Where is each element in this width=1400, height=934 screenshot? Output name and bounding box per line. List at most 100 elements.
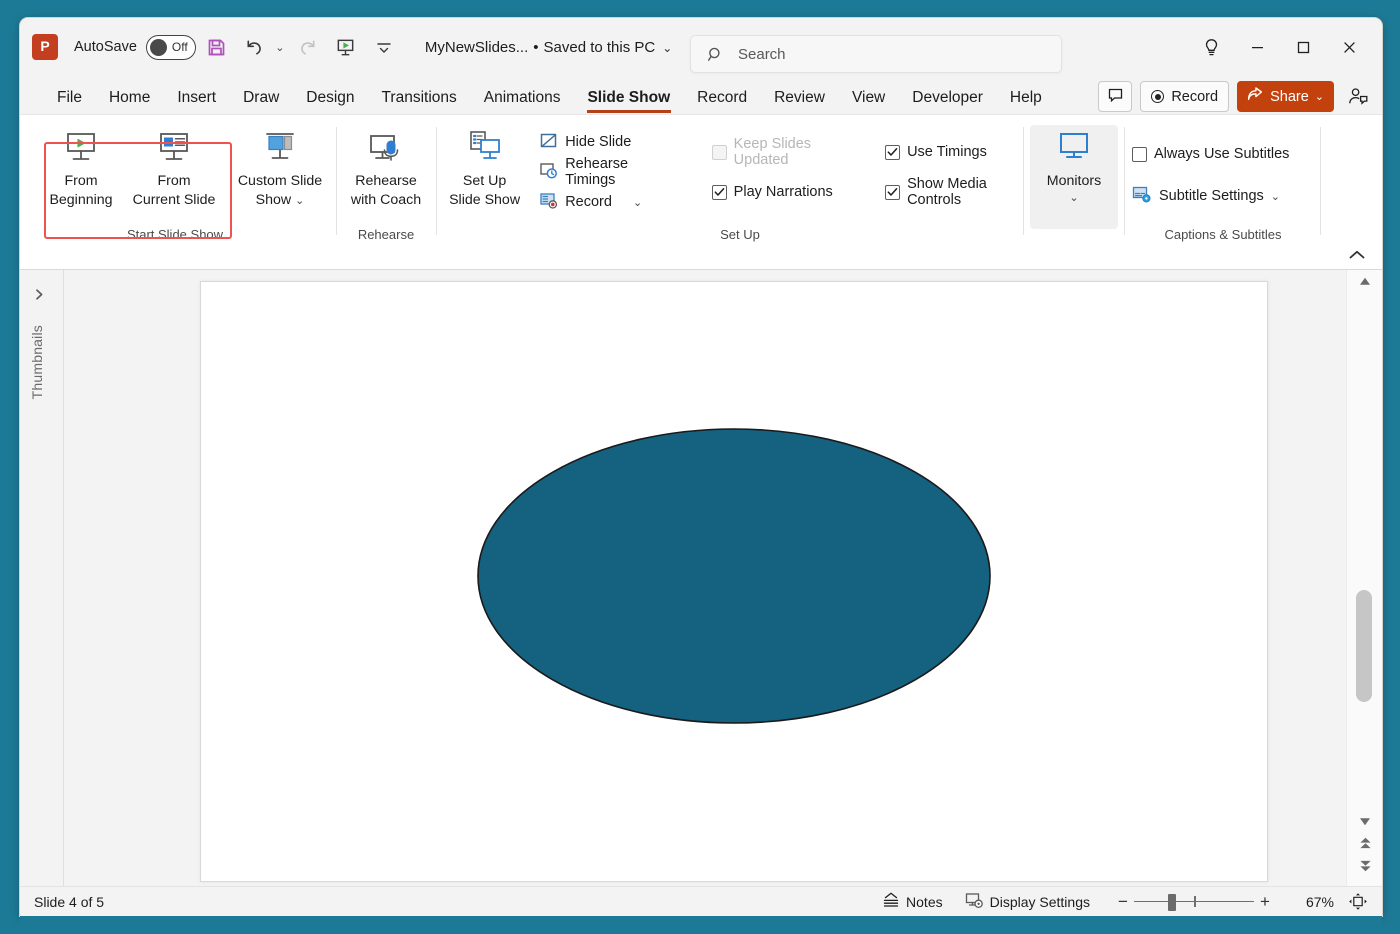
from-current-slide-button[interactable]: From Current Slide — [124, 115, 224, 210]
monitor-icon — [1052, 125, 1096, 171]
slide-canvas[interactable] — [200, 281, 1268, 882]
collapse-ribbon-chevron-icon[interactable] — [1348, 249, 1366, 261]
use-timings-label: Use Timings — [907, 144, 987, 160]
slide-indicator[interactable]: Slide 4 of 5 — [34, 894, 104, 910]
tab-animations[interactable]: Animations — [473, 89, 572, 114]
fit-slide-to-window-icon[interactable] — [1348, 892, 1368, 911]
group-label-rehearse: Rehearse — [340, 227, 432, 242]
status-bar: Slide 4 of 5 Notes — [20, 886, 1382, 916]
comments-button[interactable] — [1098, 81, 1132, 112]
previous-slide-icon[interactable] — [1347, 832, 1382, 854]
subtitle-settings-caret-icon[interactable]: ⌄ — [1271, 190, 1280, 203]
zoom-percent-label[interactable]: 67% — [1288, 894, 1334, 910]
autosave-toggle[interactable]: Off — [146, 35, 196, 60]
zoom-out-button[interactable]: − — [1112, 892, 1134, 912]
keep-slides-updated-checkbox — [712, 145, 727, 160]
always-use-subtitles-checkbox[interactable] — [1132, 147, 1147, 162]
document-title-caret-icon[interactable]: ⌄ — [662, 41, 672, 55]
tab-review[interactable]: Review — [763, 89, 836, 114]
ribbon-group-start-slide-show: From Beginning From — [30, 115, 340, 245]
editing-area: Thumbnails — [20, 270, 1382, 886]
zoom-slider-handle[interactable] — [1168, 894, 1176, 911]
undo-icon[interactable] — [238, 30, 272, 64]
always-use-subtitles-checkbox-row[interactable]: Always Use Subtitles — [1132, 139, 1308, 169]
tell-me-lightbulb-icon[interactable] — [1188, 27, 1234, 67]
share-button[interactable]: Share ⌄ — [1237, 81, 1334, 112]
minimize-icon[interactable] — [1234, 27, 1280, 67]
tab-help[interactable]: Help — [999, 89, 1053, 114]
hide-slide-button[interactable]: Hide Slide — [539, 127, 677, 157]
tab-record[interactable]: Record — [686, 89, 758, 114]
set-up-slide-show-label-line1: Set Up — [463, 173, 506, 190]
search-box[interactable]: Search — [690, 35, 1062, 73]
share-people-icon[interactable] — [1342, 87, 1374, 106]
vertical-scrollbar[interactable] — [1346, 270, 1382, 886]
custom-slide-show-button[interactable]: Custom Slide Show ⌄ — [224, 115, 336, 210]
monitors-label: Monitors — [1047, 173, 1101, 190]
always-use-subtitles-label: Always Use Subtitles — [1154, 146, 1289, 162]
set-up-slide-show-label-line2: Slide Show — [449, 192, 520, 209]
document-title-area[interactable]: MyNewSlides... • Saved to this PC ⌄ — [425, 39, 672, 56]
thumbnails-pane[interactable]: Thumbnails — [20, 270, 64, 886]
tab-file[interactable]: File — [46, 89, 93, 114]
save-state-label: Saved to this PC — [544, 39, 656, 56]
scroll-down-icon[interactable] — [1347, 810, 1382, 832]
zoom-in-button[interactable]: + — [1254, 892, 1276, 912]
from-current-slide-icon — [153, 125, 195, 171]
from-beginning-label-line2: Beginning — [49, 192, 112, 209]
tab-draw[interactable]: Draw — [232, 89, 290, 114]
start-from-beginning-icon[interactable] — [329, 30, 363, 64]
chevron-right-icon[interactable] — [33, 288, 46, 304]
title-separator-dot: • — [533, 39, 538, 56]
record-slideshow-icon — [539, 191, 558, 214]
comment-icon — [1107, 87, 1124, 107]
vertical-scrollbar-thumb[interactable] — [1356, 590, 1372, 702]
monitors-button[interactable]: Monitors ⌄ — [1030, 115, 1118, 204]
use-timings-checkbox[interactable] — [885, 145, 900, 160]
from-current-slide-label-line1: From — [157, 173, 190, 190]
share-caret-icon[interactable]: ⌄ — [1315, 90, 1324, 103]
share-icon — [1247, 87, 1264, 106]
show-media-controls-checkbox[interactable] — [885, 185, 900, 200]
set-up-slide-show-button[interactable]: Set Up Slide Show — [440, 115, 529, 217]
subtitle-settings-button[interactable]: Subtitle Settings ⌄ — [1132, 181, 1308, 211]
play-narrations-checkbox-row[interactable]: Play Narrations — [712, 177, 865, 207]
maximize-icon[interactable] — [1280, 27, 1326, 67]
custom-slide-show-label-line2-text: Show — [256, 192, 292, 208]
slide-canvas-area — [65, 270, 1346, 886]
zoom-slider[interactable] — [1134, 895, 1254, 909]
record-slideshow-caret-icon[interactable]: ⌄ — [633, 196, 642, 209]
document-title: MyNewSlides... — [425, 39, 528, 56]
ribbon-right-actions: Record Share ⌄ — [1098, 81, 1374, 112]
subtitle-settings-icon — [1132, 185, 1152, 208]
play-narrations-checkbox[interactable] — [712, 185, 727, 200]
save-icon[interactable] — [200, 30, 234, 64]
display-settings-icon — [965, 892, 984, 912]
tab-insert[interactable]: Insert — [166, 89, 227, 114]
notes-button[interactable]: Notes — [882, 892, 943, 911]
tab-transitions[interactable]: Transitions — [371, 89, 468, 114]
tab-slide-show[interactable]: Slide Show — [576, 89, 681, 114]
from-beginning-button[interactable]: From Beginning — [38, 115, 124, 210]
undo-dropdown-caret-icon[interactable]: ⌄ — [273, 41, 287, 54]
desktop-background: P AutoSave Off ⌄ — [0, 0, 1400, 934]
record-slideshow-button[interactable]: Record ⌄ — [539, 187, 677, 217]
rehearse-timings-button[interactable]: Rehearse Timings — [539, 157, 677, 187]
tab-developer[interactable]: Developer — [901, 89, 994, 114]
use-timings-checkbox-row[interactable]: Use Timings — [885, 137, 1040, 167]
customize-quick-access-icon[interactable] — [367, 30, 401, 64]
ribbon: From Beginning From — [20, 114, 1382, 270]
tab-view[interactable]: View — [841, 89, 896, 114]
scroll-up-icon[interactable] — [1347, 270, 1382, 292]
tab-home[interactable]: Home — [98, 89, 161, 114]
next-slide-icon[interactable] — [1347, 854, 1382, 876]
monitors-caret-icon[interactable]: ⌄ — [1069, 191, 1078, 204]
record-button[interactable]: Record — [1140, 81, 1229, 112]
custom-slide-show-caret-icon[interactable]: ⌄ — [295, 195, 304, 207]
rehearse-with-coach-button[interactable]: Rehearse with Coach — [340, 115, 432, 210]
close-icon[interactable] — [1326, 27, 1372, 67]
tab-design[interactable]: Design — [295, 89, 365, 114]
display-settings-button[interactable]: Display Settings — [965, 892, 1090, 912]
ellipse-shape[interactable] — [478, 429, 990, 723]
show-media-controls-checkbox-row[interactable]: Show Media Controls — [885, 177, 1040, 207]
